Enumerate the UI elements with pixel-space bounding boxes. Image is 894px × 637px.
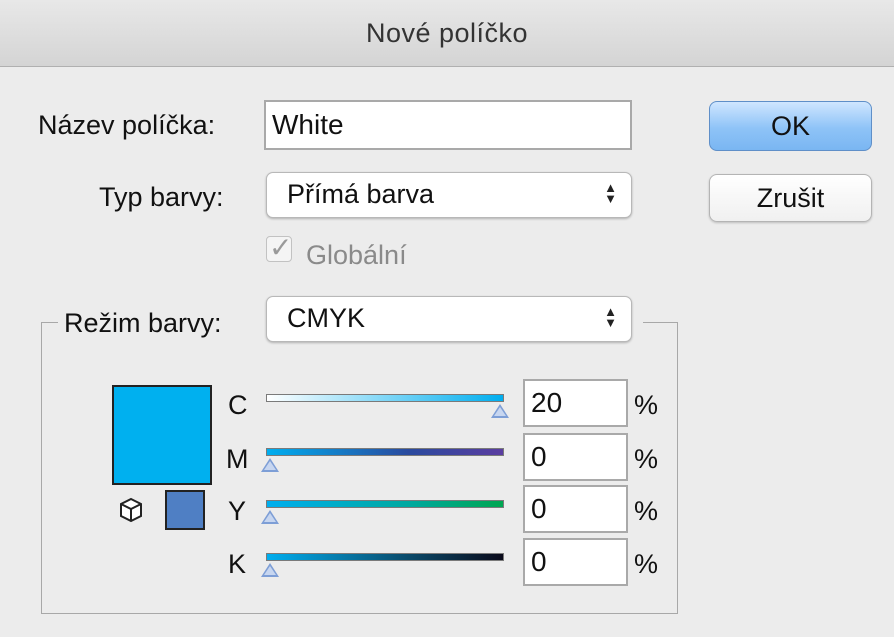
channel-m-label: M	[226, 444, 249, 474]
cancel-label: Zrušit	[756, 182, 825, 213]
global-checkbox[interactable]: ✓	[266, 232, 292, 263]
channel-c-label: C	[228, 390, 248, 420]
channel-y-input[interactable]	[523, 485, 628, 533]
slider-k-thumb[interactable]	[261, 563, 279, 577]
slider-m-thumb[interactable]	[261, 458, 279, 472]
title-bar: Nové políčko	[0, 0, 894, 67]
checkmark-icon: ✓	[269, 232, 293, 263]
slider-c[interactable]	[266, 394, 504, 402]
window-title: Nové políčko	[365, 17, 529, 48]
global-label: Globální	[306, 240, 407, 270]
channel-c-input[interactable]	[523, 379, 628, 427]
color-mode-select[interactable]: CMYK ▲ ▼	[266, 296, 632, 342]
swatch-name-input[interactable]	[264, 100, 632, 150]
color-mode-label: Režim barvy:	[64, 308, 222, 338]
color-mode-value: CMYK	[287, 303, 366, 333]
slider-m[interactable]	[266, 448, 504, 456]
ok-button[interactable]: OK	[709, 101, 872, 151]
swatch-name-label: Název políčka:	[38, 110, 216, 140]
channel-y-percent: %	[634, 496, 659, 526]
slider-y-thumb[interactable]	[261, 510, 279, 524]
channel-m-percent: %	[634, 444, 659, 474]
updown-arrows-icon: ▲ ▼	[604, 180, 617, 206]
color-type-value: Přímá barva	[287, 179, 435, 209]
ok-label: OK	[770, 110, 810, 141]
channel-k-input[interactable]	[523, 538, 628, 586]
slider-k[interactable]	[266, 553, 504, 561]
slider-c-thumb[interactable]	[491, 404, 509, 418]
channel-k-label: K	[228, 549, 247, 579]
slider-y[interactable]	[266, 500, 504, 508]
color-type-select[interactable]: Přímá barva ▲ ▼	[266, 172, 632, 218]
new-swatch-dialog: Nové políčko Název políčka: Typ barvy: P…	[0, 0, 894, 637]
cancel-button[interactable]: Zrušit	[709, 174, 872, 222]
channel-m-input[interactable]	[523, 433, 628, 481]
channel-y-label: Y	[228, 496, 247, 526]
updown-arrows-icon: ▲ ▼	[604, 304, 617, 330]
websafe-color-swatch[interactable]	[165, 490, 205, 530]
color-type-label: Typ barvy:	[99, 182, 224, 212]
channel-k-percent: %	[634, 549, 659, 579]
cube-icon	[120, 497, 142, 523]
channel-c-percent: %	[634, 390, 659, 420]
color-preview-swatch	[112, 385, 212, 485]
